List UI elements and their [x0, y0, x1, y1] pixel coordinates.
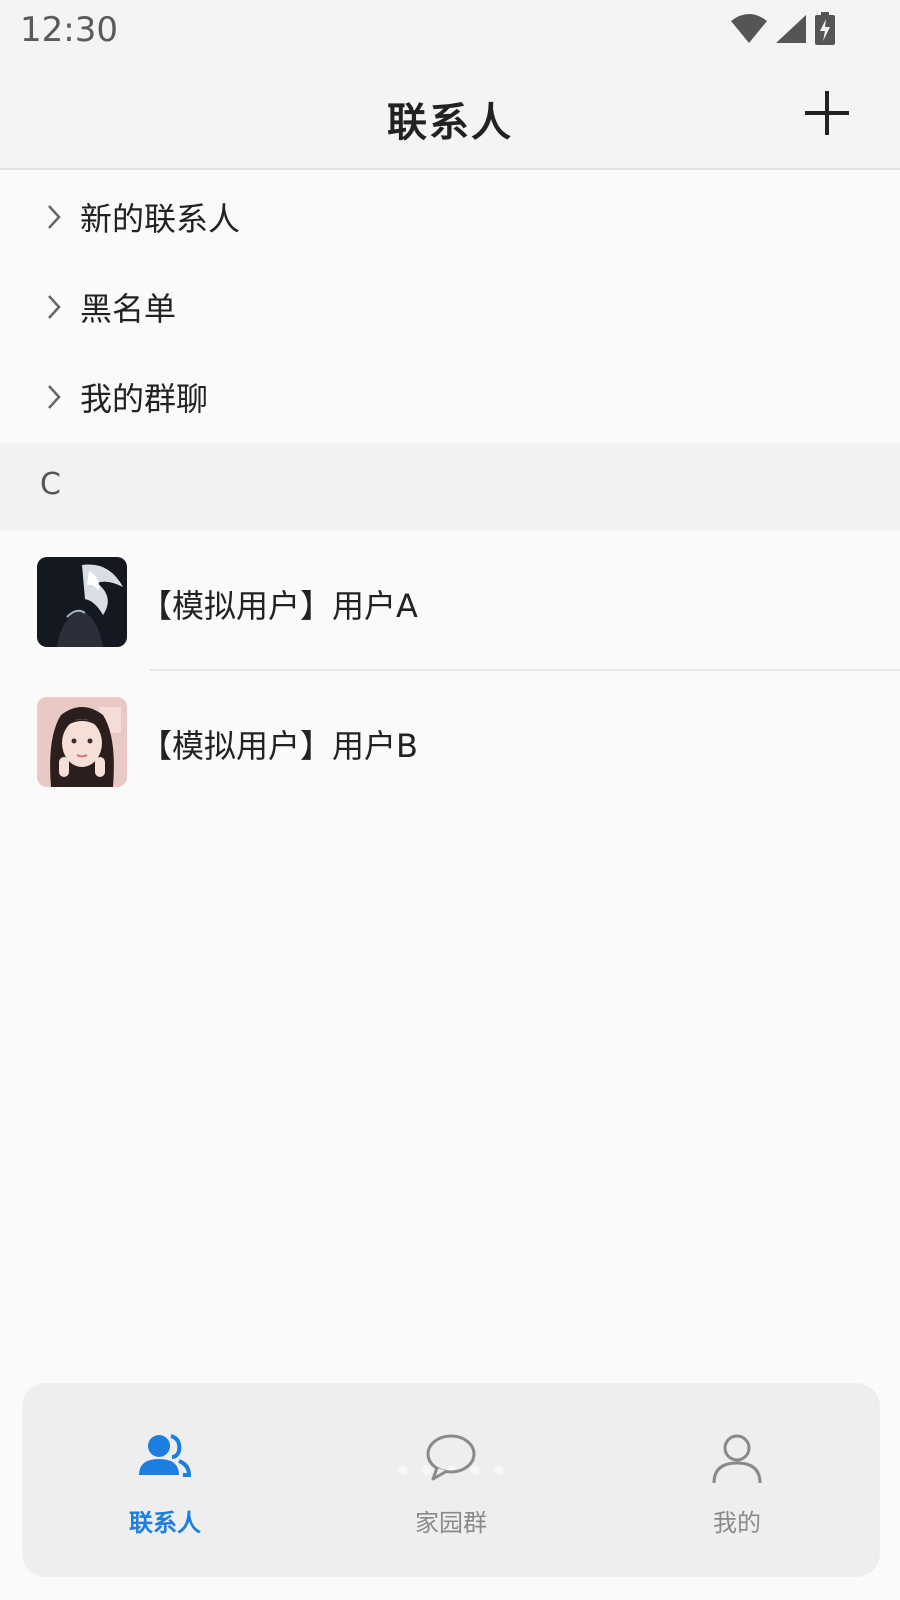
status-icons [730, 12, 836, 46]
menu-item-label: 新的联系人 [80, 200, 241, 238]
tab-label: 家园群 [415, 1509, 487, 1537]
chat-bubble-icon [425, 1433, 477, 1485]
tab-contacts[interactable]: 联系人 [22, 1383, 308, 1577]
contact-name: 【模拟用户】用户A [140, 587, 418, 625]
menu-item-new-contacts[interactable]: 新的联系人 [0, 172, 900, 262]
page-dot [494, 1465, 504, 1475]
tab-home-groups[interactable]: 家园群 [308, 1383, 594, 1577]
contacts-icon [139, 1433, 192, 1483]
menu-item-label: 我的群聊 [80, 380, 209, 418]
person-icon [711, 1433, 763, 1489]
avatar [37, 697, 127, 787]
plus-icon [802, 88, 852, 138]
section-header: C [0, 443, 900, 531]
menu-item-blacklist[interactable]: 黑名单 [0, 262, 900, 352]
avatar [37, 557, 127, 647]
page-dot [398, 1465, 408, 1475]
chevron-right-icon [46, 202, 68, 232]
contact-row[interactable]: 【模拟用户】用户A [0, 531, 900, 671]
chevron-right-icon [46, 292, 68, 322]
status-bar: 12:30 [0, 0, 900, 62]
contact-row[interactable]: 【模拟用户】用户B [0, 671, 900, 811]
contacts-screen: 12:30 联系人 新的联系人 黑名单 我的群聊 C 【模拟用户】用户A 【模拟… [0, 0, 900, 1600]
tab-label: 联系人 [129, 1509, 201, 1537]
tab-me[interactable]: 我的 [594, 1383, 880, 1577]
contact-list: 【模拟用户】用户A 【模拟用户】用户B [0, 531, 900, 811]
menu-item-my-groups[interactable]: 我的群聊 [0, 352, 900, 442]
menu-item-label: 黑名单 [80, 290, 177, 328]
menu-list: 新的联系人 黑名单 我的群聊 [0, 172, 900, 442]
wifi-icon [730, 13, 768, 45]
status-time: 12:30 [20, 10, 118, 50]
app-header: 联系人 [0, 62, 900, 170]
section-letter: C [40, 467, 61, 502]
tab-label: 我的 [713, 1509, 761, 1537]
chevron-right-icon [46, 382, 68, 412]
page-title: 联系人 [387, 100, 513, 146]
bottom-nav: 联系人 家园群 我的 [22, 1383, 880, 1577]
battery-charging-icon [814, 12, 836, 46]
add-contact-button[interactable] [802, 88, 852, 138]
contact-name: 【模拟用户】用户B [140, 727, 418, 765]
signal-icon [774, 13, 808, 45]
